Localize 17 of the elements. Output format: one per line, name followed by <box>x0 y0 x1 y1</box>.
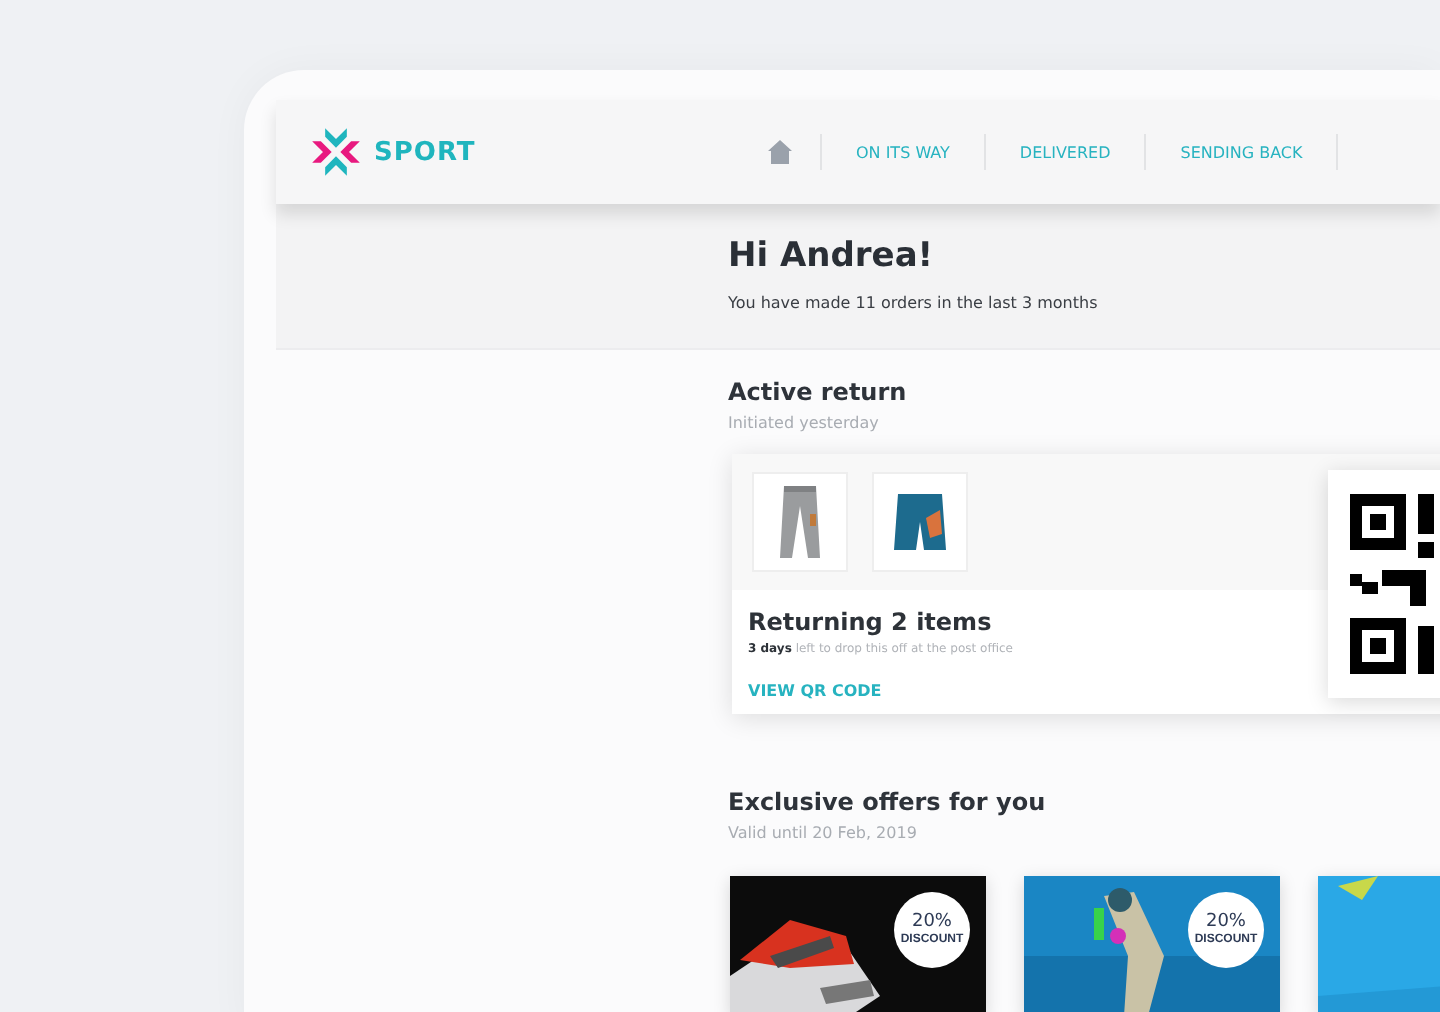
section-subtitle: Valid until 20 Feb, 2019 <box>728 824 919 842</box>
nav-link[interactable]: ON ITS WAY <box>822 143 984 161</box>
qr-code-icon <box>1350 494 1440 674</box>
section-subtitle: Initiated yesterday <box>728 414 881 432</box>
greeting-title: Hi Andrea! <box>728 236 936 276</box>
discount-value: 20% <box>911 914 952 932</box>
logo-icon <box>310 126 362 178</box>
home-icon <box>766 138 794 166</box>
view-qr-link[interactable]: VIEW QR CODE <box>748 682 882 700</box>
section-title: Exclusive offers for you <box>728 788 1048 816</box>
discount-value: 20% <box>1205 914 1246 932</box>
return-heading: Returning 2 items <box>748 608 994 636</box>
section-title: Active return <box>728 378 909 406</box>
greeting-subtitle: You have made 11 orders in the last 3 months <box>728 294 1100 312</box>
nav-link[interactable]: DELIVERED <box>985 143 1145 161</box>
nav-link[interactable]: SENDING BACK <box>1146 143 1337 161</box>
brand-name: SPORT <box>374 137 476 167</box>
